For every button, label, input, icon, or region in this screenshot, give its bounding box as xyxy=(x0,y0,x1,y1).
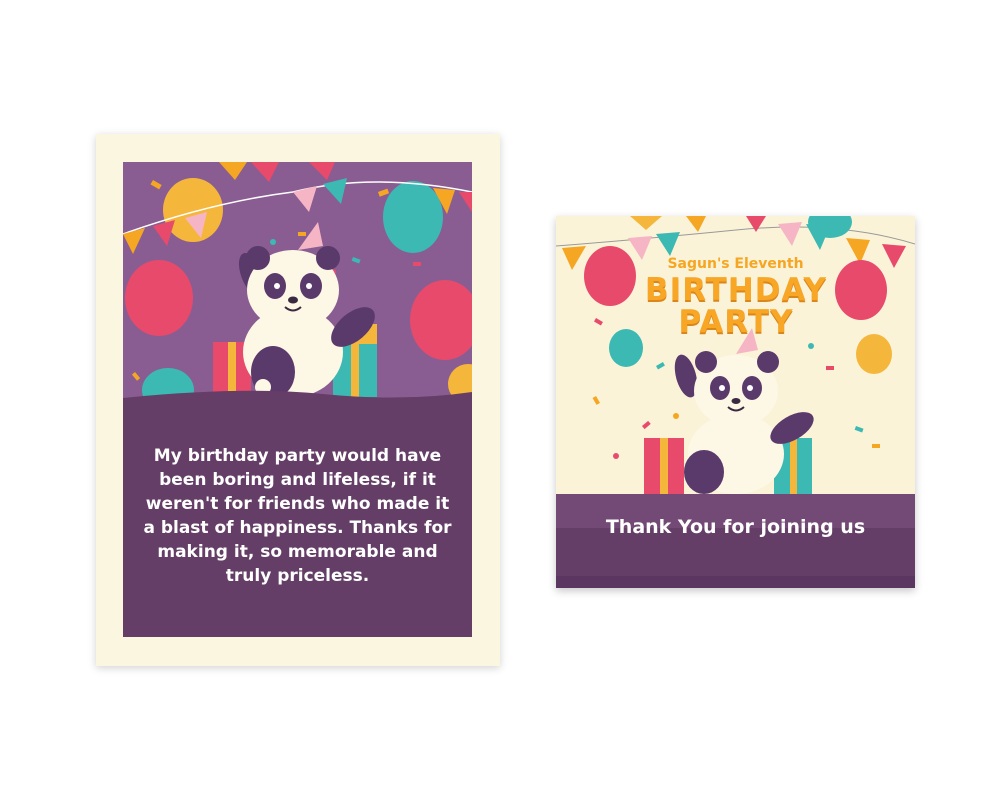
thank-you-message: My birthday party would have been boring… xyxy=(143,446,452,586)
tag-fold-shade xyxy=(556,576,915,588)
title-party: PARTY xyxy=(678,304,794,340)
message-card-inner: My birthday party would have been boring… xyxy=(123,162,472,637)
thank-you-tag: Sagun's Eleventh BIRTHDAY PARTY Thank Yo… xyxy=(556,216,915,588)
thank-you-panel: Thank You for joining us xyxy=(556,494,915,588)
message-card: My birthday party would have been boring… xyxy=(96,134,500,666)
thank-you-text: Thank You for joining us xyxy=(605,516,866,538)
message-panel: My birthday party would have been boring… xyxy=(123,398,472,637)
panda-party-illustration xyxy=(123,162,472,402)
celebrant-name: Sagun's Eleventh xyxy=(667,256,804,272)
title-birthday: BIRTHDAY xyxy=(645,272,827,308)
